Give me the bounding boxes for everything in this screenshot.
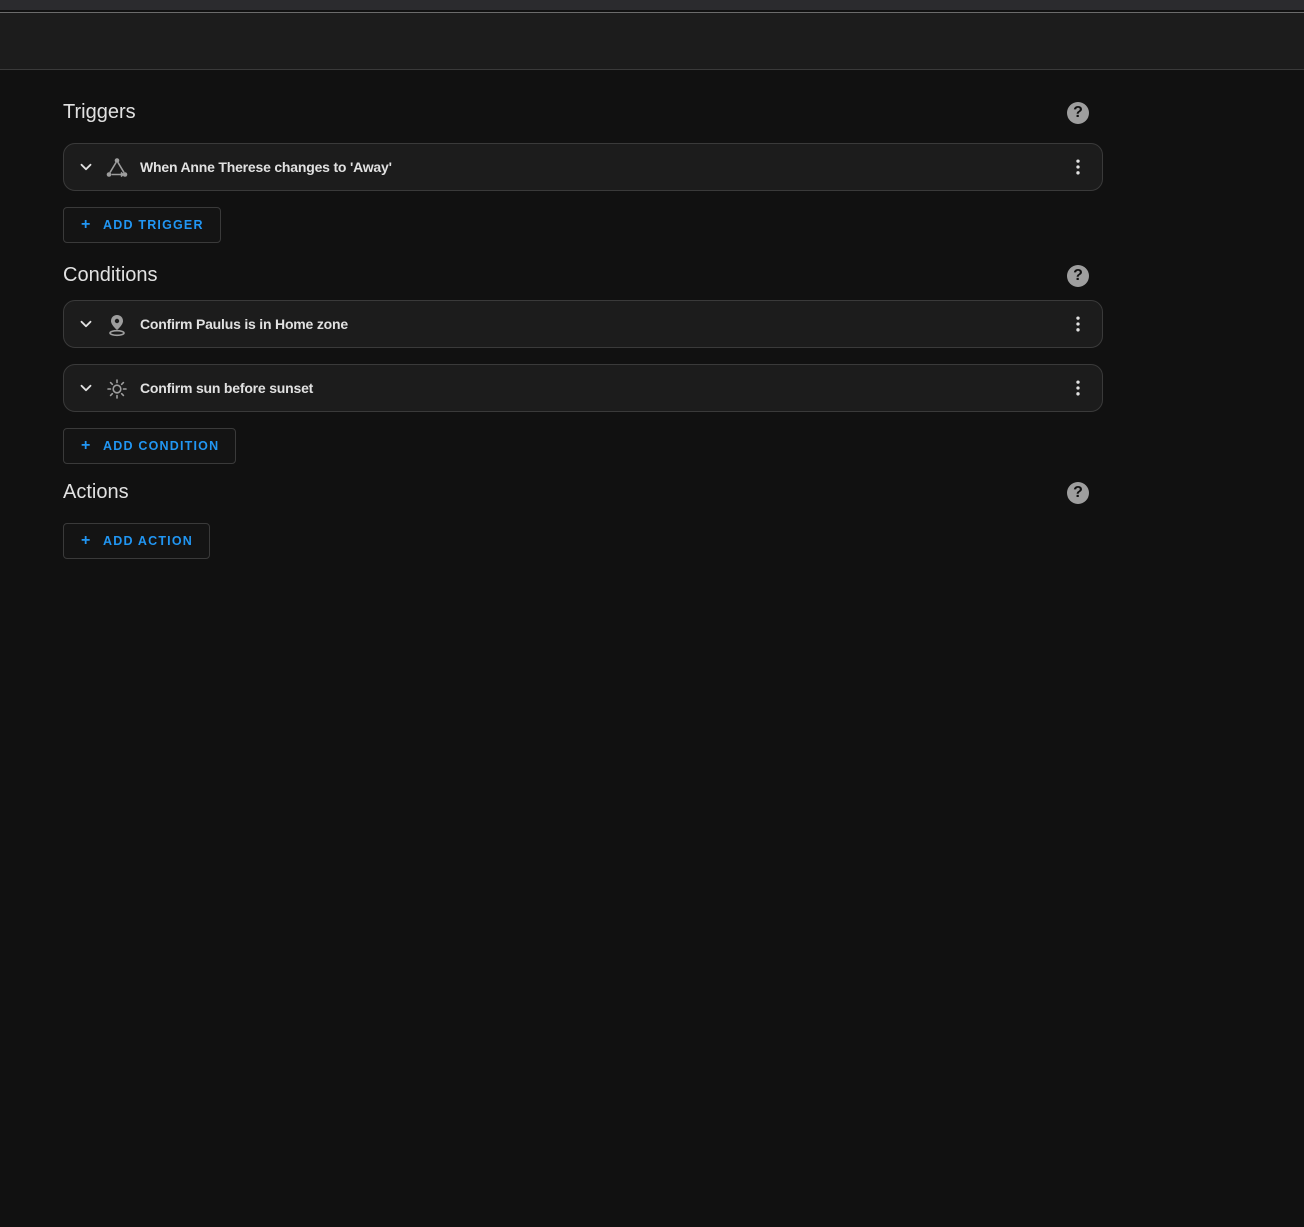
automation-editor: Triggers ? When Anne Therese changes to … xyxy=(63,70,1103,559)
add-condition-label: ADD CONDITION xyxy=(103,439,220,453)
map-marker-icon xyxy=(109,315,125,337)
sun-icon xyxy=(107,379,127,399)
add-trigger-button[interactable]: + ADD TRIGGER xyxy=(63,207,221,243)
add-action-label: ADD ACTION xyxy=(103,534,194,548)
conditions-title: Conditions xyxy=(63,264,158,286)
add-condition-button[interactable]: + ADD CONDITION xyxy=(63,428,237,464)
more-vert-icon[interactable] xyxy=(1068,378,1088,398)
actions-title: Actions xyxy=(63,481,129,503)
trigger-card[interactable]: When Anne Therese changes to 'Away' xyxy=(63,143,1103,191)
add-action-button[interactable]: + ADD ACTION xyxy=(63,523,211,559)
triggers-header: Triggers ? xyxy=(63,70,1103,130)
chevron-down-icon[interactable] xyxy=(77,379,95,397)
chevron-down-icon[interactable] xyxy=(77,158,95,176)
app-toolbar xyxy=(0,13,1304,70)
plus-icon: + xyxy=(81,437,91,454)
triggers-title: Triggers xyxy=(63,101,136,123)
add-trigger-label: ADD TRIGGER xyxy=(103,218,204,232)
condition-label: Confirm sun before sunset xyxy=(140,380,314,396)
condition-card[interactable]: Confirm sun before sunset xyxy=(63,364,1103,412)
more-vert-icon[interactable] xyxy=(1068,314,1088,334)
chevron-down-icon[interactable] xyxy=(77,315,95,333)
plus-icon: + xyxy=(81,216,91,233)
condition-label: Confirm Paulus is in Home zone xyxy=(140,316,348,332)
window-top-strip xyxy=(0,0,1304,10)
plus-icon: + xyxy=(81,532,91,549)
more-vert-icon[interactable] xyxy=(1068,157,1088,177)
triggers-help-icon[interactable]: ? xyxy=(1067,102,1089,124)
conditions-help-icon[interactable]: ? xyxy=(1067,265,1089,287)
trigger-label: When Anne Therese changes to 'Away' xyxy=(140,159,392,175)
condition-card[interactable]: Confirm Paulus is in Home zone xyxy=(63,300,1103,348)
actions-help-icon[interactable]: ? xyxy=(1067,482,1089,504)
state-trigger-icon xyxy=(106,158,128,178)
conditions-header: Conditions ? xyxy=(63,240,1103,300)
actions-header: Actions ? xyxy=(63,461,1103,521)
